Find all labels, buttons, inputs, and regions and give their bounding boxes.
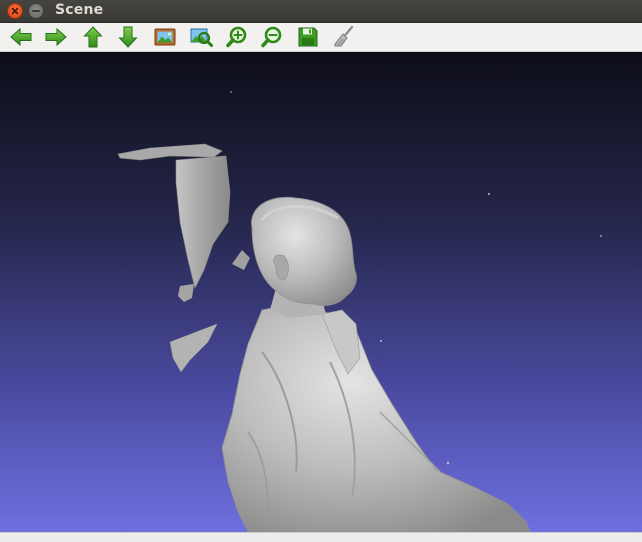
fit-view-button[interactable] — [188, 24, 214, 50]
zoom-out-button[interactable] — [259, 24, 285, 50]
minimize-button[interactable] — [28, 3, 44, 19]
background-image-button[interactable] — [152, 24, 178, 50]
zoom-out-icon — [261, 26, 282, 48]
arrow-left-icon — [10, 27, 32, 47]
close-button[interactable] — [7, 3, 23, 19]
arrow-down-icon — [118, 26, 138, 48]
minimize-icon — [32, 10, 40, 12]
zoom-fit-icon — [190, 28, 213, 47]
forward-button[interactable] — [43, 24, 69, 50]
floppy-disk-icon — [298, 27, 318, 47]
window-title: Scene — [55, 2, 104, 18]
back-button[interactable] — [8, 24, 34, 50]
arrow-up-icon — [83, 26, 103, 48]
zoom-in-button[interactable] — [224, 24, 250, 50]
broom-icon — [334, 25, 354, 47]
arrow-right-icon — [45, 27, 67, 47]
3d-viewport[interactable] — [0, 52, 642, 532]
landscape-picture-icon — [154, 28, 176, 46]
scene-window: Scene — [0, 0, 642, 542]
status-bar — [0, 532, 642, 542]
close-icon — [11, 7, 19, 15]
up-button[interactable] — [80, 24, 106, 50]
down-button[interactable] — [115, 24, 141, 50]
title-bar[interactable]: Scene — [0, 0, 642, 23]
zoom-in-icon — [226, 26, 247, 48]
save-button[interactable] — [295, 24, 321, 50]
toolbar — [0, 23, 642, 52]
clear-button[interactable] — [331, 24, 357, 50]
